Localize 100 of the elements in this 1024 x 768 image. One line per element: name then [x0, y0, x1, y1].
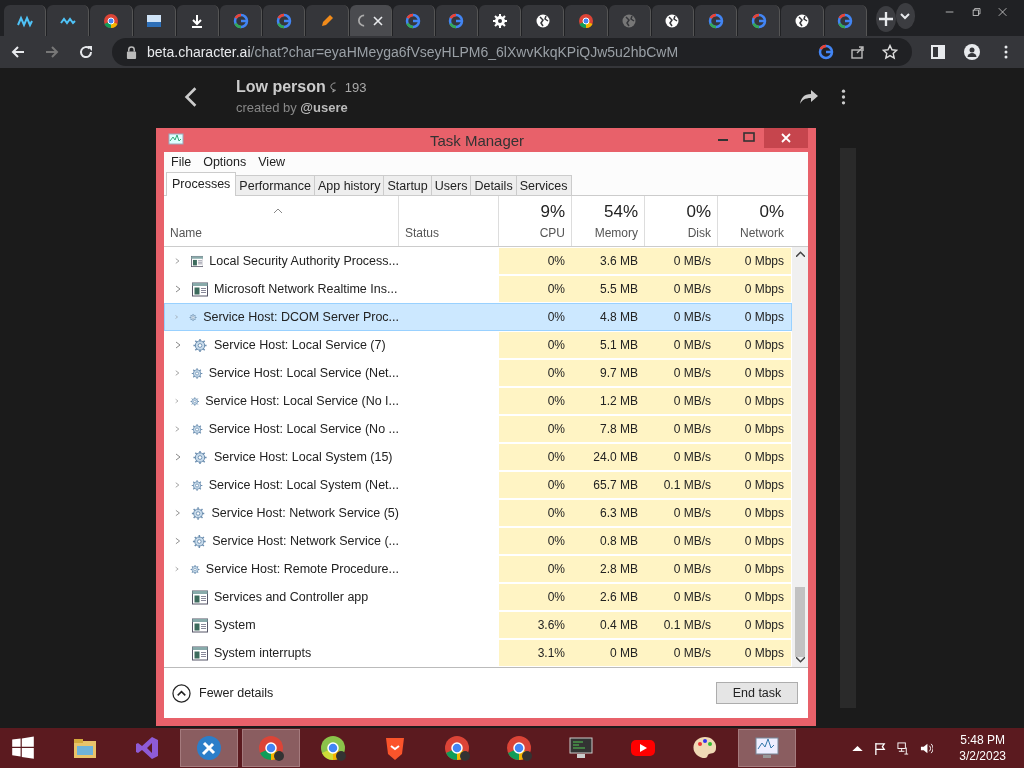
table-cell: 0% — [499, 472, 572, 498]
scroll-up-icon[interactable] — [795, 251, 805, 257]
address-bar[interactable]: beta.character.ai/chat?char=eyaHMeyga6fVseyHLPM6_6lXwvKkqKPiQJw5u2hbCwM — [112, 38, 912, 66]
table-cell: 0 Mbps — [718, 360, 791, 386]
more-options-icon[interactable] — [841, 87, 846, 106]
star-icon[interactable] — [882, 44, 898, 60]
process-row[interactable]: Service Host: Local Service (Net... 0% 9.7 MB 0 MB/s 0 Mbps — [164, 359, 792, 387]
profile-avatar-icon[interactable] — [964, 44, 980, 60]
menu-item[interactable]: File — [171, 155, 192, 169]
gear-icon — [191, 533, 207, 549]
browser-tab[interactable] — [4, 5, 47, 36]
process-row[interactable]: Service Host: Network Service (5) 0% 6.3 MB 0 MB/s 0 Mbps — [164, 499, 792, 527]
process-row[interactable]: Services and Controller app 0% 2.6 MB 0 MB/s 0 Mbps — [164, 583, 792, 611]
network-icon[interactable] — [897, 741, 911, 755]
table-cell: 0% — [499, 248, 572, 274]
table-cell: 0 MB/s — [645, 444, 718, 470]
vertical-scrollbar[interactable] — [792, 247, 808, 667]
column-header[interactable]: Name — [170, 226, 392, 240]
process-row[interactable]: Service Host: Local System (Net... 0% 65.7 MB 0.1 MB/s 0 Mbps — [164, 471, 792, 499]
tab[interactable]: Processes — [166, 172, 237, 196]
table-cell: 3.6% — [499, 612, 572, 638]
tab[interactable]: Startup — [383, 175, 432, 196]
column-total: 54% — [603, 202, 638, 222]
taskbar-app[interactable] — [180, 729, 238, 767]
column-total: 0% — [686, 202, 711, 222]
process-name: Service Host: DCOM Server Proc... — [203, 310, 399, 324]
tab-favicon-icon — [837, 12, 854, 29]
menu-item[interactable]: View — [258, 155, 286, 169]
process-row[interactable]: Service Host: Local System (15) 0% 24.0 MB 0 MB/s 0 Mbps — [164, 443, 792, 471]
table-cell: 5.1 MB — [572, 332, 645, 358]
browser-tab[interactable] — [349, 5, 392, 36]
table-cell: 0 Mbps — [718, 584, 791, 610]
table-cell: 0 MB/s — [645, 360, 718, 386]
windows-start-icon[interactable] — [10, 736, 36, 760]
end-task-button[interactable]: End task — [716, 682, 798, 704]
gear-icon — [190, 421, 203, 437]
clock[interactable]: 5:48 PM 3/2/2023 — [959, 732, 1006, 764]
time: 5:48 PM — [960, 732, 1005, 748]
close-icon[interactable] — [997, 6, 1007, 18]
process-row[interactable]: System 3.6% 0.4 MB 0.1 MB/s 0 Mbps — [164, 611, 792, 639]
tab-favicon-icon — [707, 12, 724, 29]
process-row[interactable]: Service Host: DCOM Server Proc... 0% 4.8 MB 0 MB/s 0 Mbps — [164, 303, 792, 331]
process-name: Service Host: Local Service (Net... — [208, 366, 399, 380]
table-cell: 0 MB/s — [645, 556, 718, 582]
browser-tab[interactable] — [781, 5, 824, 36]
column-header[interactable]: CPU — [539, 226, 565, 240]
back-chevron-icon[interactable] — [184, 85, 198, 108]
share-icon[interactable] — [850, 44, 866, 60]
column-header[interactable]: Disk — [687, 226, 711, 240]
menu-item[interactable]: Options — [203, 155, 247, 169]
browser-tab[interactable] — [176, 5, 219, 36]
taskbar-app[interactable] — [242, 729, 300, 767]
browser-tab[interactable] — [47, 5, 90, 36]
column-header[interactable]: Network — [740, 226, 784, 240]
volume-icon[interactable] — [920, 741, 934, 755]
browser-tab[interactable] — [133, 5, 176, 36]
process-row[interactable]: Service Host: Local Service (No I... 0% 1.2 MB 0 MB/s 0 Mbps — [164, 387, 792, 415]
process-row[interactable]: Service Host: Network Service (... 0% 0.8 MB 0 MB/s 0 Mbps — [164, 527, 792, 555]
process-name: Service Host: Local Service (No I... — [205, 394, 399, 408]
browser-tab[interactable] — [565, 5, 608, 36]
table-cell: 0 MB/s — [645, 276, 718, 302]
browser-tab[interactable] — [522, 5, 565, 36]
taskbar-app[interactable] — [738, 729, 796, 767]
fewer-details-button[interactable]: Fewer details — [172, 683, 274, 703]
forward-arrow-icon[interactable] — [44, 44, 60, 60]
side-panel-icon[interactable] — [930, 44, 946, 60]
browser-tab[interactable] — [90, 5, 133, 36]
window-icon — [192, 645, 208, 661]
process-row[interactable]: Service Host: Remote Procedure... 0% 2.8 MB 0 MB/s 0 Mbps — [164, 555, 792, 583]
table-cell: 0% — [499, 500, 572, 526]
reload-icon[interactable] — [78, 44, 94, 60]
new-tab-button[interactable] — [875, 6, 896, 32]
share-arrow-icon[interactable] — [799, 88, 819, 105]
sort-caret-icon — [274, 208, 282, 213]
process-name: Service Host: Local System (15) — [214, 450, 393, 464]
close-tab-icon[interactable] — [372, 15, 383, 26]
process-row[interactable]: Microsoft Network Realtime Ins... 0% 5.5 MB 0 MB/s 0 Mbps — [164, 275, 792, 303]
browser-tab[interactable] — [651, 5, 694, 36]
tab[interactable]: Details — [470, 175, 517, 196]
process-row[interactable]: Service Host: Local Service (No ... 0% 7.8 MB 0 MB/s 0 Mbps — [164, 415, 792, 443]
process-row[interactable]: System interrupts 3.1% 0 MB 0 MB/s 0 Mbps — [164, 639, 792, 667]
table-cell: 2.8 MB — [572, 556, 645, 582]
restore-icon[interactable] — [971, 6, 981, 18]
column-header[interactable]: Status — [405, 226, 492, 240]
process-row[interactable]: Service Host: Local Service (7) 0% 5.1 MB 0 MB/s 0 Mbps — [164, 331, 792, 359]
column-header[interactable]: Memory — [594, 226, 638, 240]
tab-search-button[interactable] — [895, 3, 916, 29]
close-button[interactable] — [764, 128, 808, 148]
table-cell: 0 Mbps — [718, 472, 791, 498]
browser-tab[interactable] — [479, 5, 522, 36]
google-icon[interactable] — [818, 44, 834, 60]
table-cell: 0 MB/s — [645, 416, 718, 442]
scroll-down-icon[interactable] — [795, 657, 805, 663]
process-row[interactable]: Local Security Authority Process... 0% 3.6 MB 0 MB/s 0 Mbps — [164, 247, 792, 275]
flag-icon[interactable] — [874, 741, 888, 755]
scrollbar-thumb[interactable] — [795, 587, 805, 657]
table-cell: 0% — [499, 332, 572, 358]
back-arrow-icon[interactable] — [10, 44, 26, 60]
author-link[interactable]: @usere — [300, 100, 348, 115]
table-cell: 0 MB/s — [645, 640, 718, 666]
